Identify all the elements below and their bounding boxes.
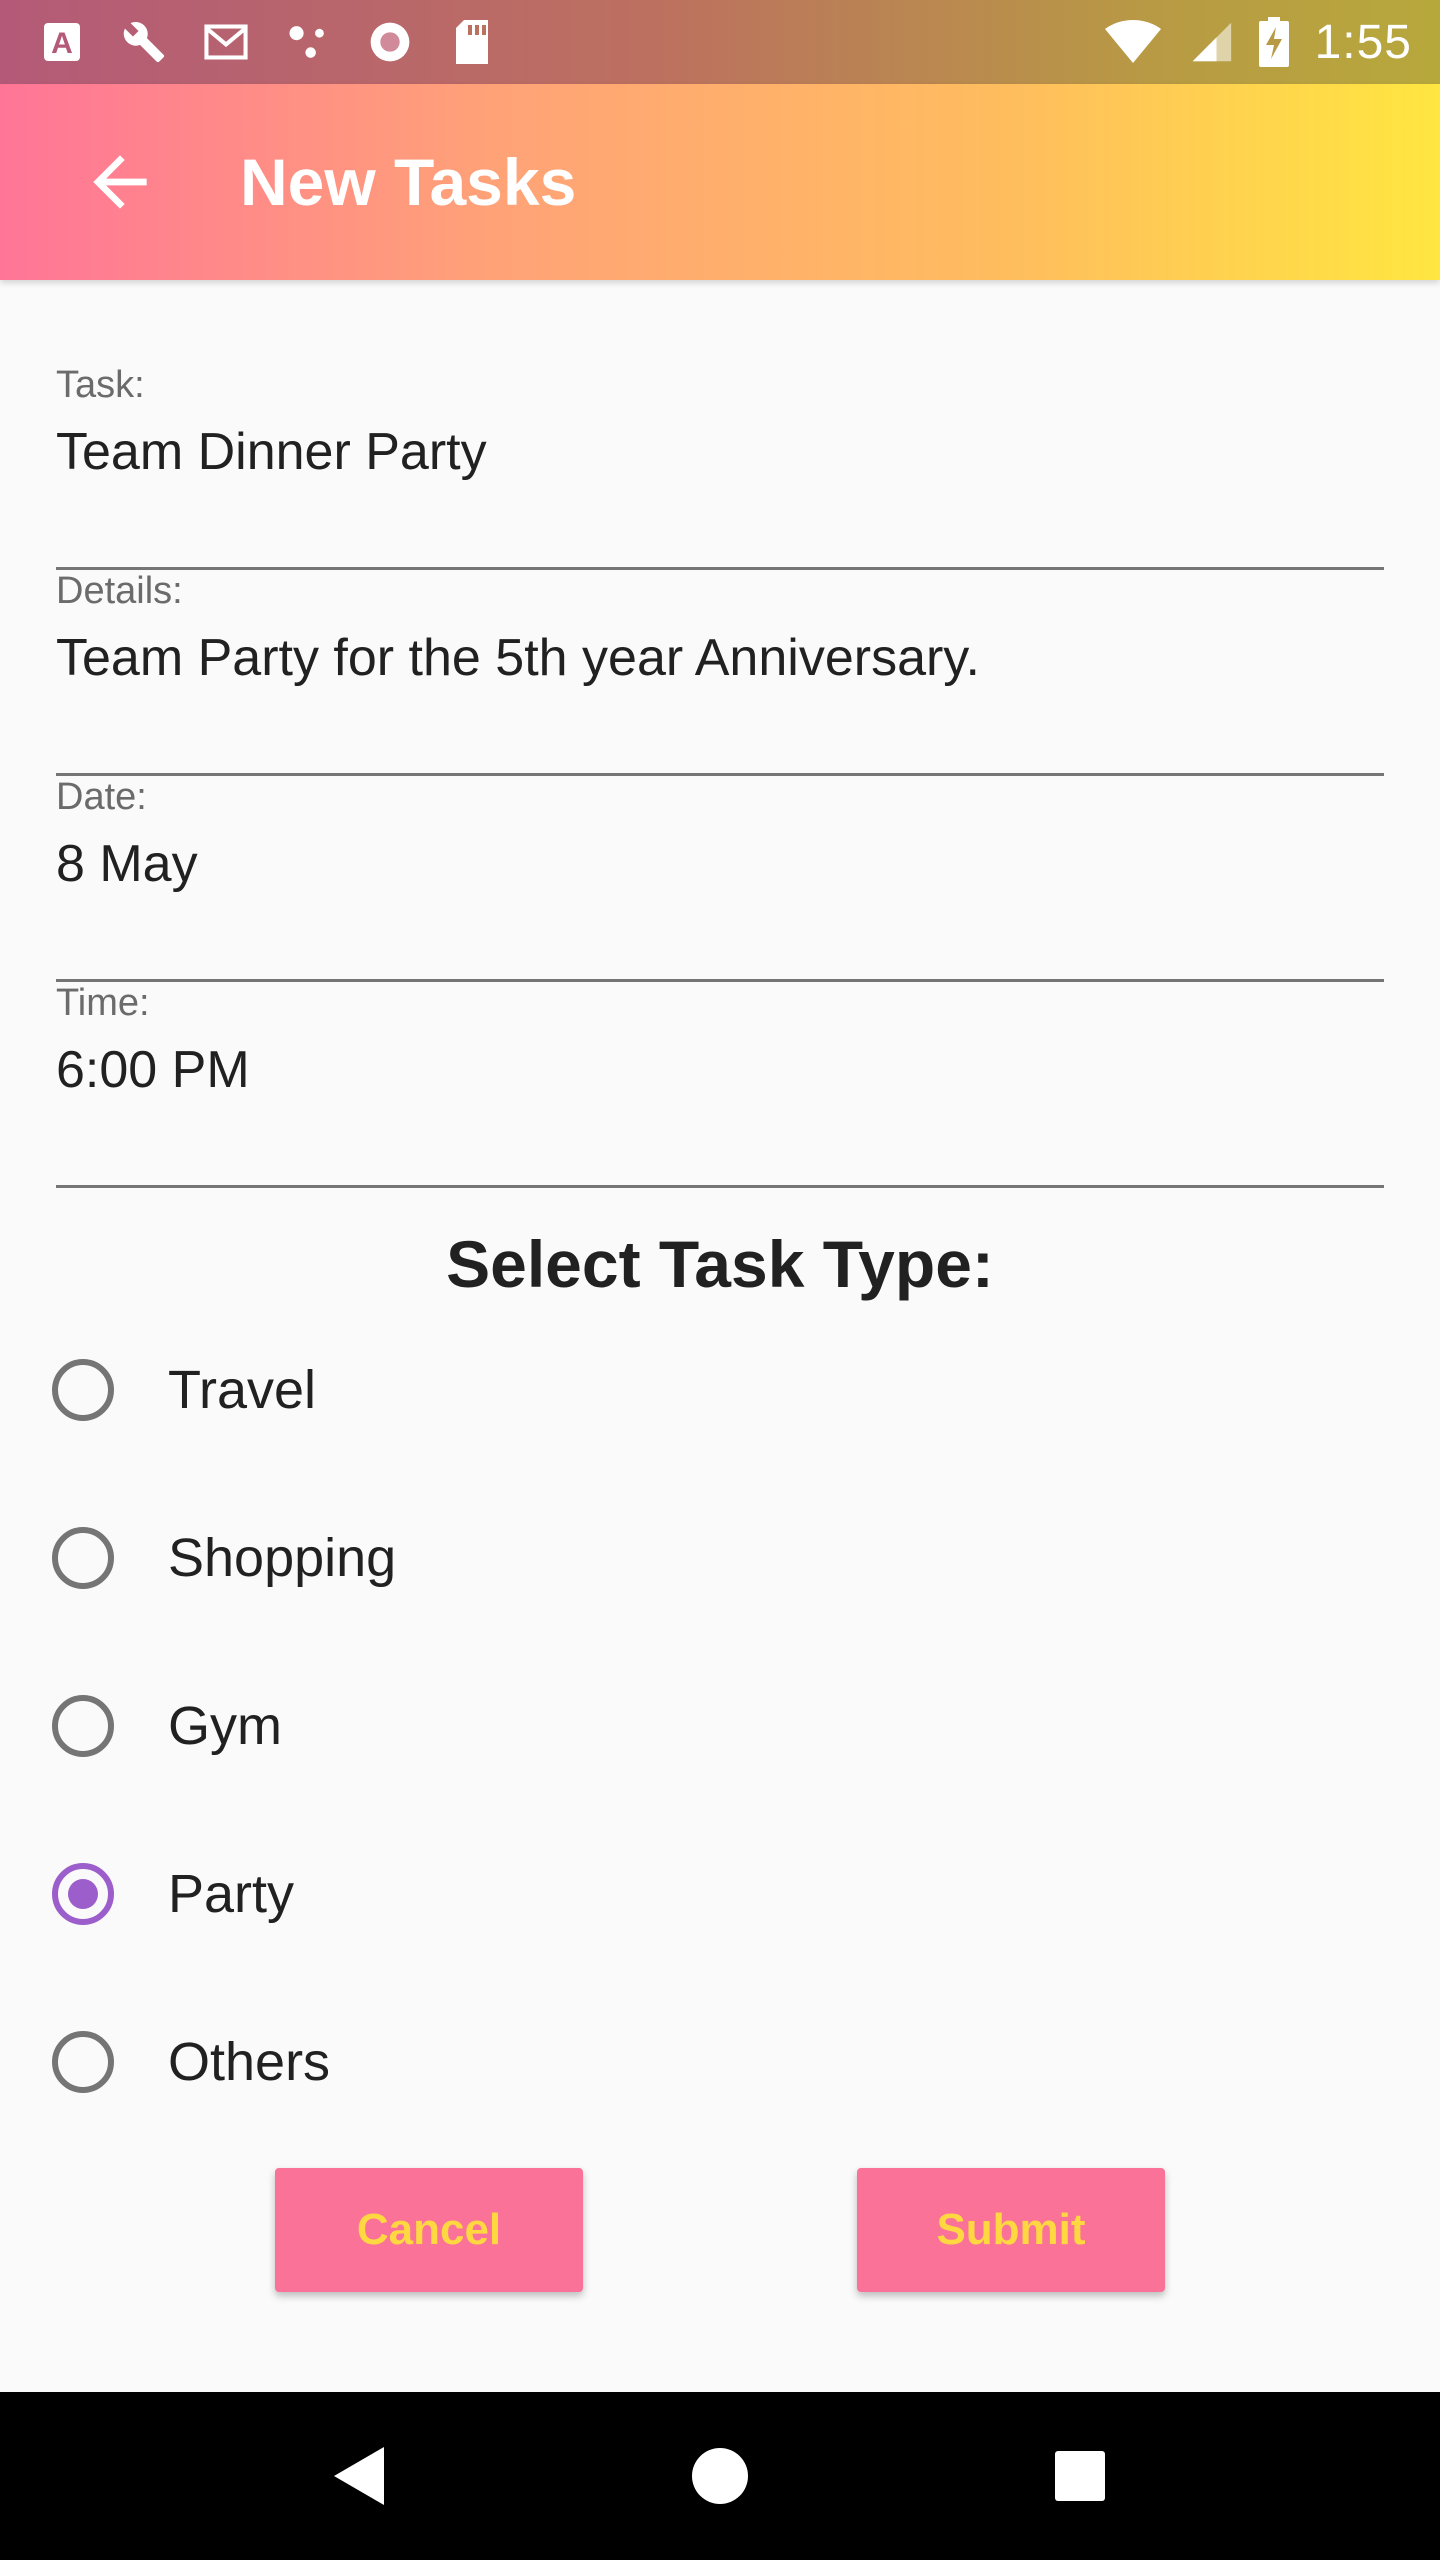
dots-icon — [286, 20, 330, 64]
arrow-back-icon — [93, 155, 147, 209]
status-left-icons: A — [40, 20, 494, 64]
status-bar: A 1:55 — [0, 0, 1440, 84]
radio-option-party[interactable]: Party — [52, 1838, 1392, 1950]
record-icon — [368, 20, 412, 64]
page-title: New Tasks — [240, 145, 577, 219]
cancel-button[interactable]: Cancel — [275, 2168, 583, 2292]
sd-card-icon — [450, 20, 494, 64]
submit-button[interactable]: Submit — [857, 2168, 1165, 2292]
details-label: Details: — [56, 570, 183, 612]
time-label: Time: — [56, 982, 150, 1024]
nav-back-button[interactable] — [310, 2426, 410, 2526]
task-input[interactable]: Team Dinner Party — [56, 422, 1384, 482]
details-input[interactable]: Team Party for the 5th year Anniversary. — [56, 628, 1384, 688]
status-right-icons: 1:55 — [1103, 15, 1412, 70]
radio-label: Gym — [168, 1696, 282, 1756]
battery-charging-icon — [1258, 17, 1289, 67]
status-time: 1:55 — [1314, 15, 1412, 69]
date-label: Date: — [56, 776, 147, 818]
radio-label: Travel — [168, 1360, 317, 1420]
details-field[interactable]: Details: Team Party for the 5th year Ann… — [56, 570, 1384, 776]
wrench-icon — [122, 20, 166, 64]
font-a-icon: A — [40, 20, 84, 64]
radio-option-shopping[interactable]: Shopping — [52, 1502, 1392, 1614]
radio-option-gym[interactable]: Gym — [52, 1670, 1392, 1782]
radio-button[interactable] — [52, 1359, 114, 1421]
radio-option-travel[interactable]: Travel — [52, 1334, 1392, 1446]
task-type-title: Select Task Type: — [446, 1227, 994, 1301]
radio-button[interactable] — [52, 2031, 114, 2093]
system-nav-bar — [0, 2392, 1440, 2560]
time-input[interactable]: 6:00 PM — [56, 1040, 1384, 1100]
radio-button-selected[interactable] — [52, 1863, 114, 1925]
radio-label: Party — [168, 1864, 295, 1924]
back-button[interactable] — [72, 134, 168, 230]
time-field[interactable]: Time: 6:00 PM — [56, 982, 1384, 1188]
date-field[interactable]: Date: 8 May — [56, 776, 1384, 982]
date-input[interactable]: 8 May — [56, 834, 1384, 894]
gmail-icon — [204, 20, 248, 64]
task-field[interactable]: Task: Team Dinner Party — [56, 364, 1384, 570]
nav-recents-button[interactable] — [1030, 2426, 1130, 2526]
recents-square-icon — [1055, 2451, 1105, 2501]
svg-text:A: A — [51, 27, 73, 60]
new-task-screen: A 1:55 New Tasks Task: Team Dinner Party… — [0, 0, 1440, 2560]
back-triangle-icon — [334, 2447, 384, 2505]
wifi-icon — [1103, 20, 1163, 64]
radio-option-others[interactable]: Others — [52, 2006, 1392, 2118]
radio-button[interactable] — [52, 1527, 114, 1589]
signal-icon — [1189, 20, 1233, 64]
radio-button[interactable] — [52, 1695, 114, 1757]
radio-label: Shopping — [168, 1528, 397, 1588]
nav-home-button[interactable] — [670, 2426, 770, 2526]
home-circle-icon — [692, 2448, 748, 2504]
task-label: Task: — [56, 364, 145, 406]
radio-label: Others — [168, 2032, 331, 2092]
app-bar: New Tasks — [0, 84, 1440, 280]
radio-selected-dot — [68, 1879, 98, 1909]
